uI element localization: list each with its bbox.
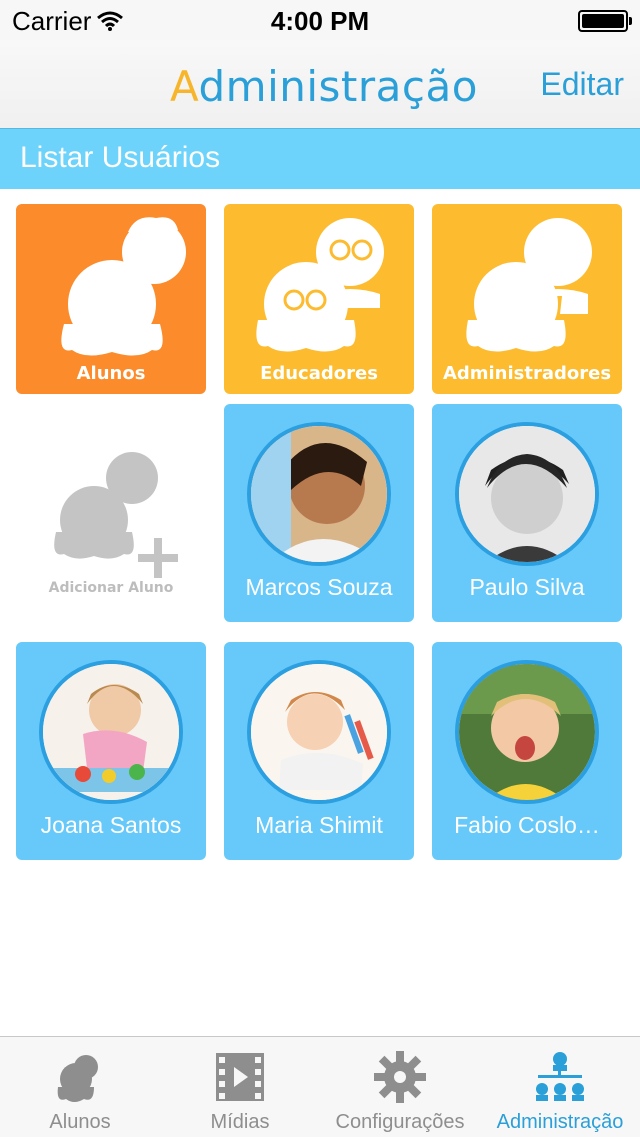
student-tile[interactable]: Paulo Silva: [432, 404, 622, 622]
student-photo: [247, 660, 391, 804]
student-tile[interactable]: Marcos Souza: [224, 404, 414, 622]
tab-label: Mídias: [210, 1111, 270, 1133]
student-tile[interactable]: Fabio Coslo…: [432, 642, 622, 860]
tab-midias[interactable]: Mídias: [160, 1037, 320, 1137]
category-tile-educadores[interactable]: Educadores: [224, 204, 414, 394]
film-icon: [216, 1053, 264, 1101]
page-title: Administração: [170, 62, 478, 111]
category-tile-alunos[interactable]: Alunos: [16, 204, 206, 394]
add-student-button[interactable]: Adicionar Aluno: [16, 420, 206, 620]
student-name: Paulo Silva: [469, 574, 585, 600]
category-label: Alunos: [76, 363, 146, 384]
student-photo: [455, 422, 599, 566]
tab-administracao[interactable]: Administração: [480, 1037, 640, 1137]
clock: 4:00 PM: [270, 6, 370, 36]
student-name: Joana Santos: [40, 812, 182, 838]
navigation-bar: Administração Editar: [0, 40, 640, 128]
student-tile[interactable]: Maria Shimit: [224, 642, 414, 860]
student-tile[interactable]: Joana Santos: [16, 642, 206, 860]
section-header: Listar Usuários: [0, 128, 640, 189]
students-icon: [57, 1055, 98, 1102]
tab-label: Administração: [496, 1111, 624, 1133]
title-rest: dministração: [198, 62, 478, 111]
section-title: Listar Usuários: [20, 141, 221, 174]
student-photo: [455, 660, 599, 804]
student-name: Marcos Souza: [245, 574, 393, 600]
tab-alunos[interactable]: Alunos: [0, 1037, 160, 1137]
add-student-label: Adicionar Aluno: [48, 580, 174, 596]
student-photo: [39, 660, 183, 804]
status-bar: Carrier 4:00 PM: [0, 0, 640, 40]
student-photo: [247, 422, 391, 566]
tab-label: Alunos: [49, 1111, 111, 1133]
category-tile-administradores[interactable]: Administradores: [432, 204, 622, 394]
title-first-letter: A: [170, 62, 199, 111]
tab-label: Configurações: [335, 1111, 465, 1133]
category-label: Administradores: [442, 363, 612, 384]
student-name: Fabio Coslo…: [454, 812, 600, 838]
battery-icon: [578, 10, 632, 32]
tab-configuracoes[interactable]: Configurações: [320, 1037, 480, 1137]
tab-bar: Alunos Mídias Configurações Administraçã…: [0, 1036, 640, 1137]
edit-button[interactable]: Editar: [540, 66, 624, 103]
admin-icon: [536, 1052, 584, 1101]
student-name: Maria Shimit: [255, 812, 383, 838]
category-label: Educadores: [260, 363, 378, 384]
add-student-icon: [54, 452, 178, 578]
gear-icon: [374, 1051, 426, 1103]
